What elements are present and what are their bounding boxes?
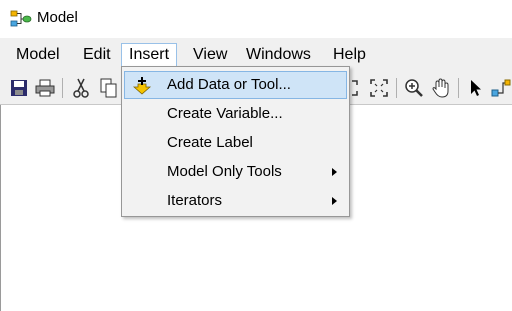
menu-view[interactable]: View <box>186 43 234 67</box>
model-app-icon <box>10 10 32 27</box>
copy-icon[interactable] <box>98 77 120 99</box>
menu-item-label: Create Label <box>167 134 253 151</box>
menu-edit[interactable]: Edit <box>76 43 118 67</box>
zoom-to-extent-icon[interactable] <box>368 77 390 99</box>
window-title: Model <box>37 9 78 26</box>
menu-item-label: Iterators <box>167 192 223 209</box>
cut-icon[interactable] <box>70 77 92 99</box>
pan-icon[interactable] <box>430 77 452 99</box>
toolbar-separator <box>396 78 397 98</box>
menu-item-model-only-tools[interactable]: Model Only Tools <box>124 158 347 186</box>
menu-windows[interactable]: Windows <box>239 43 318 67</box>
add-data-icon <box>132 77 152 95</box>
save-icon[interactable] <box>8 77 30 99</box>
menu-item-add-data-or-tool[interactable]: Add Data or Tool... <box>124 71 347 99</box>
menu-insert[interactable]: Insert <box>121 43 178 67</box>
zoom-in-icon[interactable] <box>403 77 425 99</box>
menu-item-label: Create Variable... <box>167 105 283 122</box>
print-icon[interactable] <box>34 77 56 99</box>
toolbar-separator <box>458 78 459 98</box>
menu-item-create-label[interactable]: Create Label <box>124 129 347 157</box>
toolbar-separator <box>62 78 63 98</box>
connect-icon[interactable] <box>490 77 512 99</box>
select-icon[interactable] <box>465 77 487 99</box>
menu-item-iterators[interactable]: Iterators <box>124 187 347 215</box>
title-bar: Model <box>0 0 512 38</box>
submenu-arrow-icon <box>332 197 337 205</box>
menu-item-label: Model Only Tools <box>167 163 282 180</box>
submenu-arrow-icon <box>332 168 337 176</box>
menu-help[interactable]: Help <box>326 43 373 67</box>
menu-item-label: Add Data or Tool... <box>167 76 291 93</box>
menu-item-create-variable[interactable]: Create Variable... <box>124 100 347 128</box>
insert-menu-dropdown: Add Data or Tool... Create Variable... C… <box>121 66 350 217</box>
menu-model[interactable]: Model <box>9 43 67 67</box>
